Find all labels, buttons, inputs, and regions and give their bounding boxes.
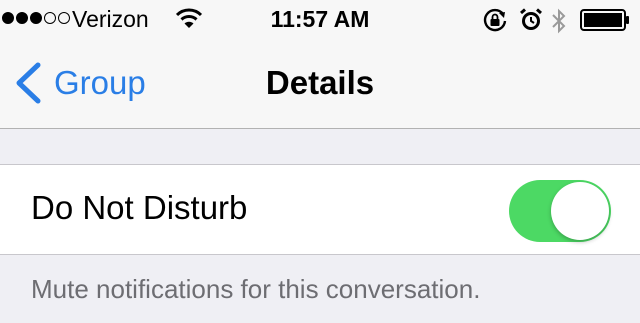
bluetooth-icon <box>551 8 567 39</box>
navigation-bar: Group Details <box>0 40 640 128</box>
do-not-disturb-row: Do Not Disturb <box>0 164 640 255</box>
status-time: 11:57 AM <box>270 6 370 32</box>
page-title: Details <box>265 64 375 101</box>
do-not-disturb-label: Do Not Disturb <box>31 189 248 226</box>
top-chrome: Verizon 11:57 AM Group Details <box>0 0 640 129</box>
status-bar: Verizon 11:57 AM <box>0 0 640 40</box>
screen: Verizon 11:57 AM Group Details Do Not Di… <box>0 0 640 323</box>
toggle-knob <box>551 182 609 240</box>
battery-icon <box>580 9 630 31</box>
alarm-icon <box>519 8 543 37</box>
rotation-lock-icon <box>482 8 508 37</box>
section-footer-note: Mute notifications for this conversation… <box>31 274 481 304</box>
do-not-disturb-toggle[interactable] <box>509 180 611 242</box>
